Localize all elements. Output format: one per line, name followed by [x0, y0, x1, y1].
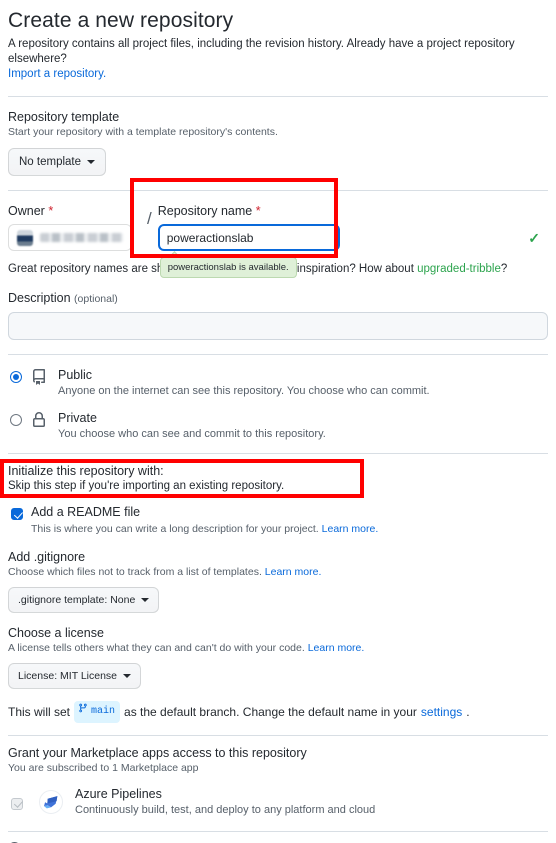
- owner-label-text: Owner: [8, 204, 45, 218]
- readme-description-text: This is where you can write a long descr…: [31, 523, 319, 535]
- owner-name-redacted: [40, 233, 123, 242]
- page-description-text: A repository contains all project files,…: [8, 38, 515, 65]
- gitignore-template-button-label: .gitignore template: None: [18, 594, 136, 606]
- repository-name-helper-part2: ?: [500, 263, 508, 275]
- license-button[interactable]: License: MIT License: [8, 663, 142, 689]
- public-radio[interactable]: [10, 371, 22, 383]
- divider: [8, 190, 548, 191]
- repo-icon: [31, 369, 49, 390]
- chevron-down-icon: [87, 160, 96, 164]
- owner-name-separator: /: [147, 209, 152, 228]
- description-optional-text: (optional): [74, 293, 118, 305]
- license-section: Choose a license A license tells others …: [8, 626, 548, 689]
- owner-field: Owner *: [8, 204, 140, 251]
- repository-name-input-wrap: ✓ poweractionslab is available.: [157, 224, 548, 278]
- private-description: You choose who can see and commit to thi…: [58, 428, 326, 440]
- gitignore-learn-more-link[interactable]: Learn more.: [265, 566, 322, 578]
- gitignore-section: Add .gitignore Choose which files not to…: [8, 550, 548, 613]
- readme-label: Add a README file: [31, 505, 141, 519]
- lock-icon: [31, 412, 49, 433]
- repository-name-label-text: Repository name: [157, 204, 253, 218]
- marketplace-section: Grant your Marketplace apps access to th…: [8, 746, 548, 818]
- divider: [8, 354, 548, 355]
- private-title: Private: [58, 411, 97, 425]
- divider: [8, 453, 548, 454]
- private-radio[interactable]: [10, 414, 22, 426]
- chevron-down-icon: [141, 598, 150, 602]
- page-title: Create a new repository: [8, 9, 234, 32]
- gitignore-title: Add .gitignore: [8, 550, 86, 564]
- description-label: Description (optional): [8, 291, 548, 305]
- git-branch-icon: [78, 702, 88, 722]
- page-description: A repository contains all project files,…: [8, 37, 548, 82]
- public-title: Public: [58, 368, 93, 382]
- check-icon: ✓: [528, 229, 540, 246]
- divider: [8, 831, 548, 832]
- owner-label: Owner *: [8, 204, 140, 218]
- azure-pipelines-checkbox[interactable]: [11, 797, 23, 810]
- license-note: A license tells others what they can and…: [8, 641, 548, 655]
- readme-option[interactable]: Add a README file This is where you can …: [8, 505, 548, 537]
- azure-pipelines-name: Azure Pipelines: [75, 787, 162, 801]
- license-button-label: License: MIT License: [18, 670, 118, 682]
- default-branch-note: This will set main as the default branch…: [8, 701, 548, 723]
- settings-link[interactable]: settings: [421, 702, 462, 722]
- license-learn-more-link[interactable]: Learn more.: [308, 642, 365, 654]
- initialize-title: Initialize this repository with:: [8, 464, 164, 478]
- readme-learn-more-link[interactable]: Learn more.: [322, 523, 379, 535]
- default-branch-prefix: This will set: [8, 705, 71, 719]
- name-availability-tooltip: poweractionslab is available.: [159, 257, 297, 278]
- marketplace-note: You are subscribed to 1 Marketplace app: [8, 762, 199, 774]
- license-title: Choose a license: [8, 626, 104, 640]
- private-option-text: Private You choose who can see and commi…: [58, 411, 326, 442]
- default-branch-name: main: [91, 706, 116, 717]
- azure-pipelines-description: Continuously build, test, and deploy to …: [75, 804, 376, 816]
- owner-and-name-row: Owner * / Repository name * ✓ poweractio…: [8, 204, 548, 278]
- gitignore-note: Choose which files not to track from a l…: [8, 565, 548, 579]
- create-repository-page: Create a new repository A repository con…: [0, 0, 556, 843]
- repository-template-note: Start your repository with a template re…: [8, 126, 278, 138]
- no-template-button[interactable]: No template: [8, 148, 107, 176]
- visibility-option-private[interactable]: Private You choose who can see and commi…: [8, 411, 548, 442]
- gitignore-template-button[interactable]: .gitignore template: None: [8, 587, 160, 613]
- repository-name-suggestion-link[interactable]: upgraded-tribble: [417, 263, 501, 275]
- readme-option-text: Add a README file This is where you can …: [31, 505, 378, 537]
- repository-name-label: Repository name *: [158, 204, 548, 218]
- divider: [8, 735, 548, 736]
- readme-description: This is where you can write a long descr…: [31, 522, 378, 537]
- visibility-options: Public Anyone on the internet can see th…: [8, 368, 548, 442]
- repository-template-section: Repository template Start your repositor…: [8, 110, 548, 176]
- initialize-note: Skip this step if you're importing an ex…: [8, 480, 285, 492]
- marketplace-app-row[interactable]: Azure Pipelines Continuously build, test…: [8, 786, 548, 818]
- chevron-down-icon: [123, 674, 132, 678]
- no-template-button-label: No template: [19, 156, 82, 168]
- public-option-text: Public Anyone on the internet can see th…: [58, 368, 430, 399]
- description-field: Description (optional): [8, 291, 548, 340]
- repository-name-required-mark: *: [255, 204, 261, 218]
- gitignore-note-text: Choose which files not to track from a l…: [8, 566, 262, 578]
- repository-name-input[interactable]: [157, 224, 340, 251]
- initialize-section: Initialize this repository with: Skip th…: [8, 464, 548, 537]
- license-note-text: A license tells others what they can and…: [8, 642, 305, 654]
- readme-checkbox[interactable]: [11, 508, 23, 520]
- avatar: [17, 229, 33, 246]
- default-branch-suffix: .: [466, 705, 470, 719]
- owner-required-mark: *: [48, 204, 54, 218]
- description-label-text: Description: [8, 291, 71, 305]
- azure-pipelines-text: Azure Pipelines Continuously build, test…: [75, 786, 375, 818]
- azure-pipelines-icon: [39, 790, 63, 814]
- public-description: Anyone on the internet can see this repo…: [58, 385, 430, 397]
- visibility-option-public[interactable]: Public Anyone on the internet can see th…: [8, 368, 548, 399]
- repository-template-title: Repository template: [8, 110, 120, 124]
- repository-name-field: Repository name * ✓ poweractionslab is a…: [157, 204, 548, 278]
- default-branch-middle: as the default branch. Change the defaul…: [124, 705, 417, 719]
- default-branch-badge: main: [74, 701, 121, 723]
- import-repository-link[interactable]: Import a repository.: [8, 68, 106, 80]
- owner-select[interactable]: [8, 224, 132, 251]
- divider: [8, 96, 548, 97]
- marketplace-title: Grant your Marketplace apps access to th…: [8, 746, 307, 760]
- description-input[interactable]: [8, 312, 548, 340]
